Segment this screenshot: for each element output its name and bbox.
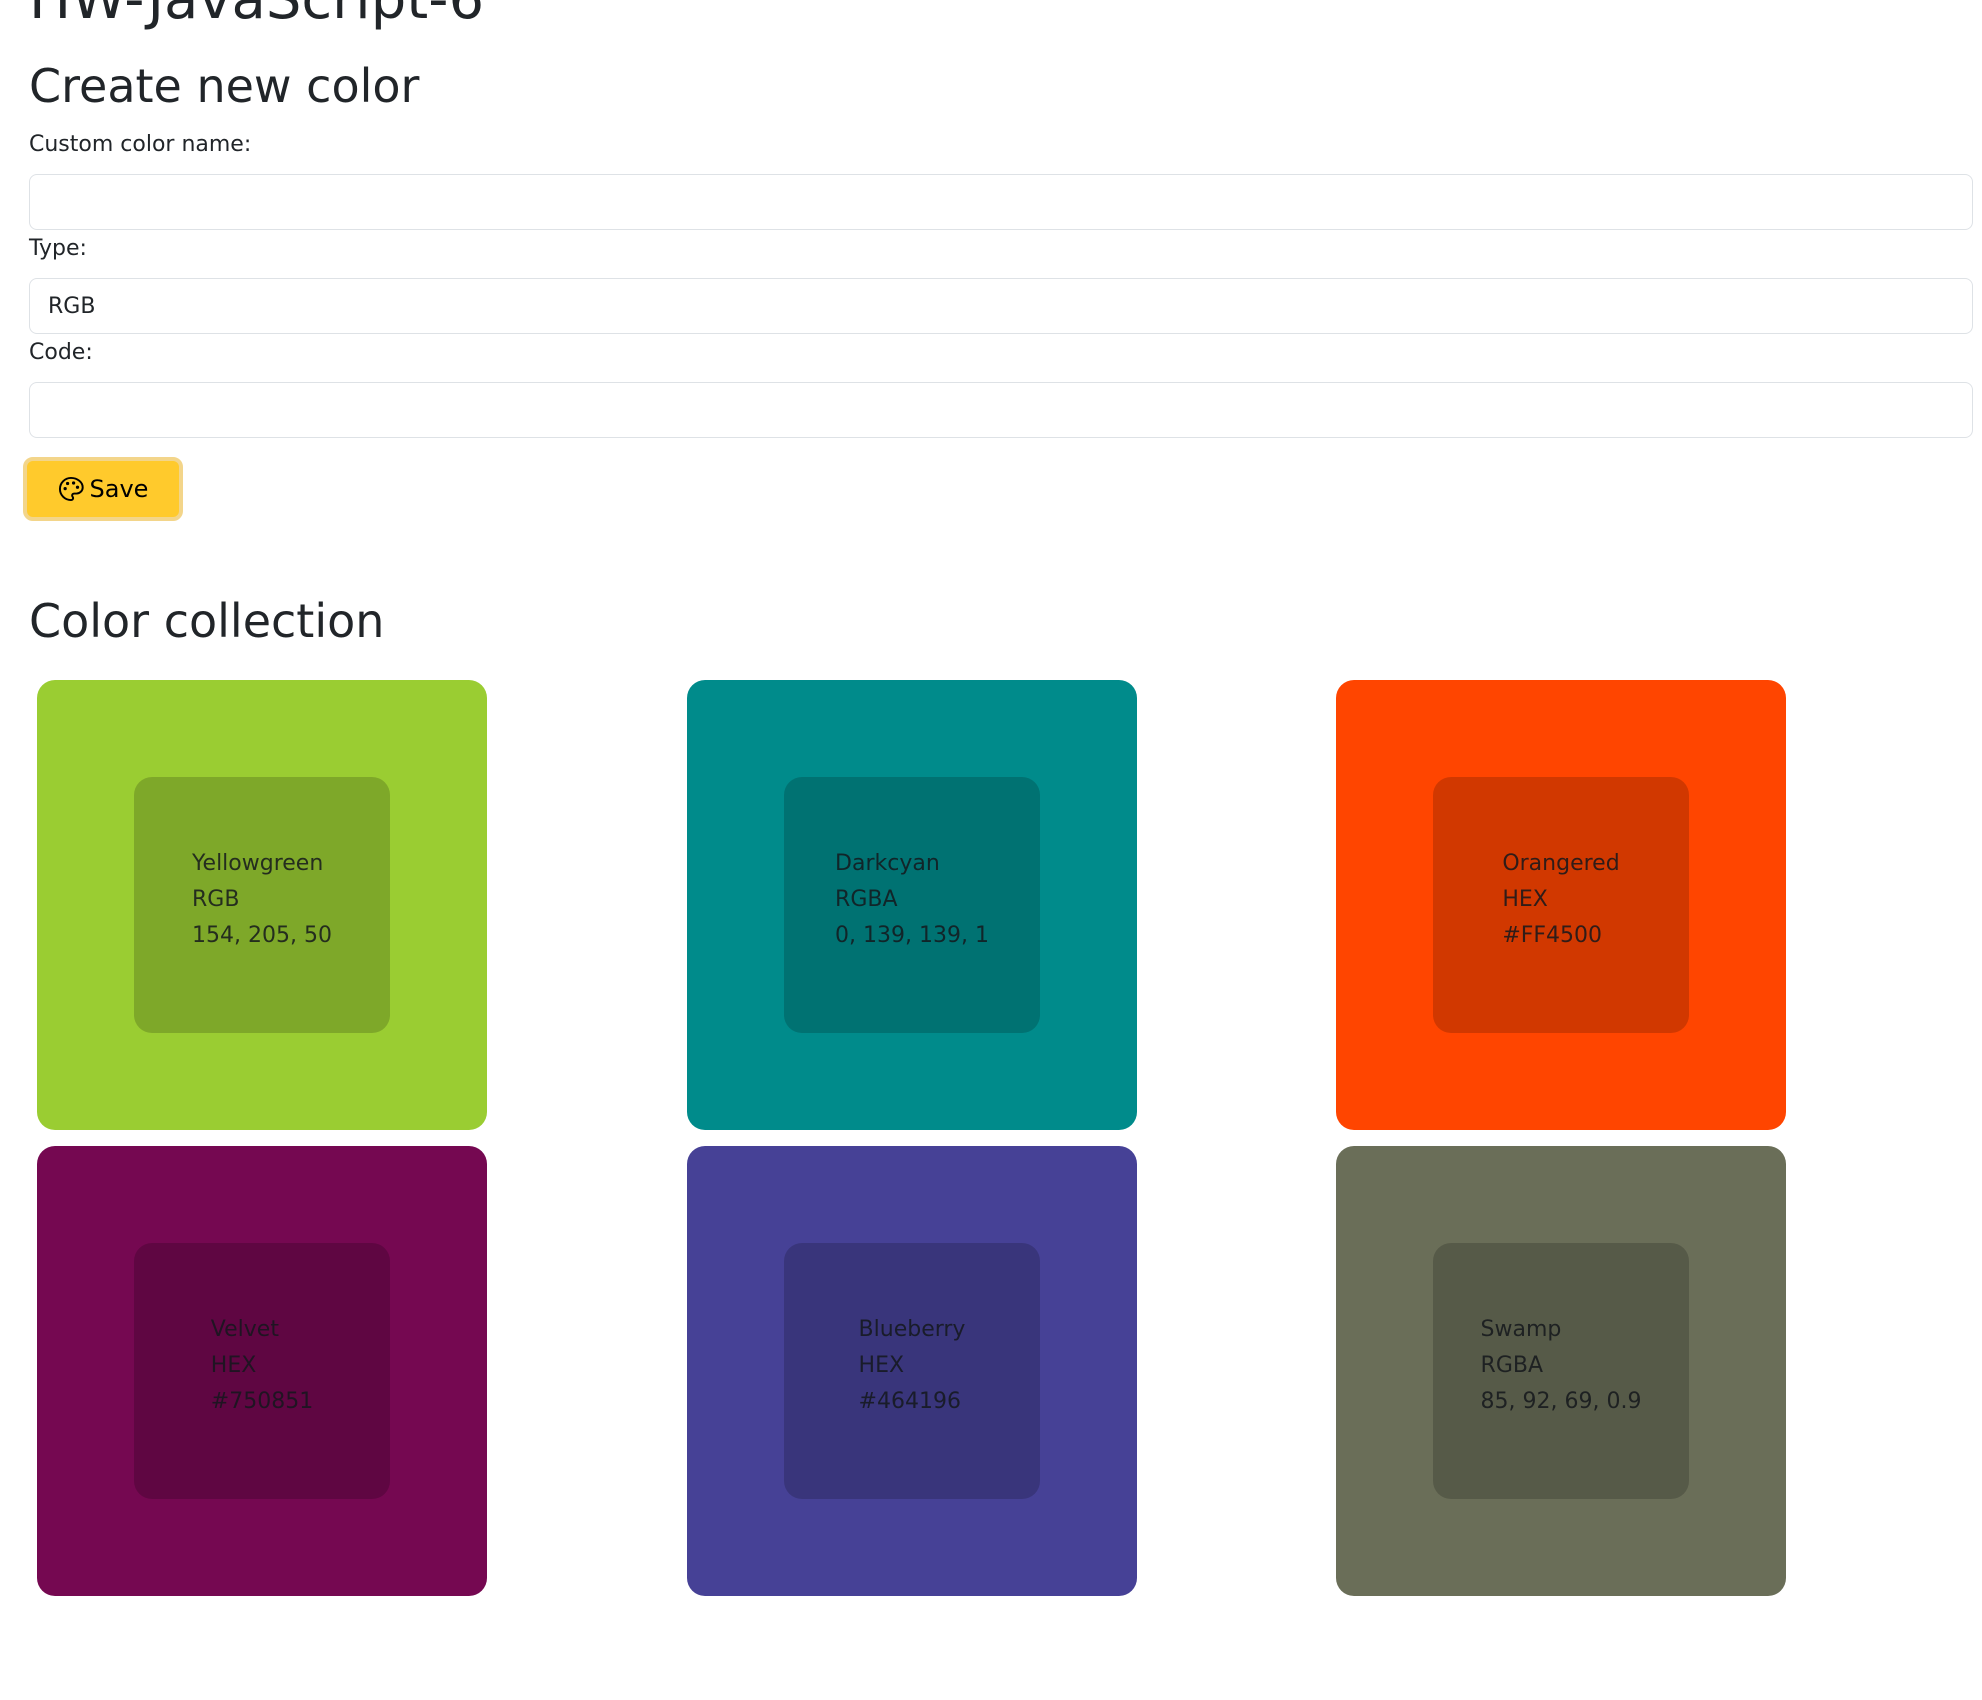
color-name-label: Custom color name: <box>29 132 252 157</box>
color-code: #464196 <box>858 1389 961 1414</box>
color-type: HEX <box>858 1353 905 1378</box>
color-name: Velvet <box>210 1317 279 1342</box>
color-card-darkcyan[interactable]: Darkcyan RGBA 0, 139, 139, 1 <box>687 680 1137 1130</box>
color-type: HEX <box>1502 887 1548 912</box>
color-code: #FF4500 <box>1502 923 1603 948</box>
color-code: 0, 139, 139, 1 <box>835 923 989 948</box>
color-code: #750851 <box>210 1389 314 1414</box>
save-button-label: Save <box>89 475 149 503</box>
color-card-inner: Yellowgreen RGB 154, 205, 50 <box>134 777 390 1033</box>
color-card-inner: Swamp RGBA 85, 92, 69, 0.9 <box>1433 1243 1689 1499</box>
color-card-inner: Orangered HEX #FF4500 <box>1433 777 1689 1033</box>
color-code: 85, 92, 69, 0.9 <box>1480 1389 1642 1414</box>
color-card-inner: Darkcyan RGBA 0, 139, 139, 1 <box>784 777 1040 1033</box>
type-label: Type: <box>29 236 87 261</box>
color-type: HEX <box>210 1353 257 1378</box>
color-card-swamp[interactable]: Swamp RGBA 85, 92, 69, 0.9 <box>1336 1146 1786 1596</box>
page-title: HW-JavaScript-6 <box>29 0 484 30</box>
color-name: Darkcyan <box>835 851 940 876</box>
color-collection-heading: Color collection <box>29 594 385 648</box>
color-name-input[interactable] <box>29 174 1973 230</box>
color-name: Orangered <box>1502 851 1620 876</box>
color-card-inner: Blueberry HEX #464196 <box>784 1243 1040 1499</box>
color-card-yellowgreen[interactable]: Yellowgreen RGB 154, 205, 50 <box>37 680 487 1130</box>
color-code: 154, 205, 50 <box>192 923 332 948</box>
type-select-value: RGB <box>48 293 96 319</box>
color-grid: Yellowgreen RGB 154, 205, 50 Darkcyan RG… <box>37 680 1787 1596</box>
color-card-inner: Velvet HEX #750851 <box>134 1243 390 1499</box>
color-type: RGBA <box>835 887 898 912</box>
color-type: RGB <box>192 887 240 912</box>
type-select[interactable]: RGB <box>29 278 1973 334</box>
color-type: RGBA <box>1480 1353 1544 1378</box>
color-name: Yellowgreen <box>192 851 324 876</box>
color-card-velvet[interactable]: Velvet HEX #750851 <box>37 1146 487 1596</box>
color-card-blueberry[interactable]: Blueberry HEX #464196 <box>687 1146 1137 1596</box>
code-input[interactable] <box>29 382 1973 438</box>
color-name: Swamp <box>1480 1317 1562 1342</box>
palette-icon <box>58 476 84 502</box>
create-color-heading: Create new color <box>29 59 420 113</box>
save-button[interactable]: Save <box>23 457 183 521</box>
color-name: Blueberry <box>858 1317 966 1342</box>
color-card-orangered[interactable]: Orangered HEX #FF4500 <box>1336 680 1786 1130</box>
code-label: Code: <box>29 340 93 365</box>
